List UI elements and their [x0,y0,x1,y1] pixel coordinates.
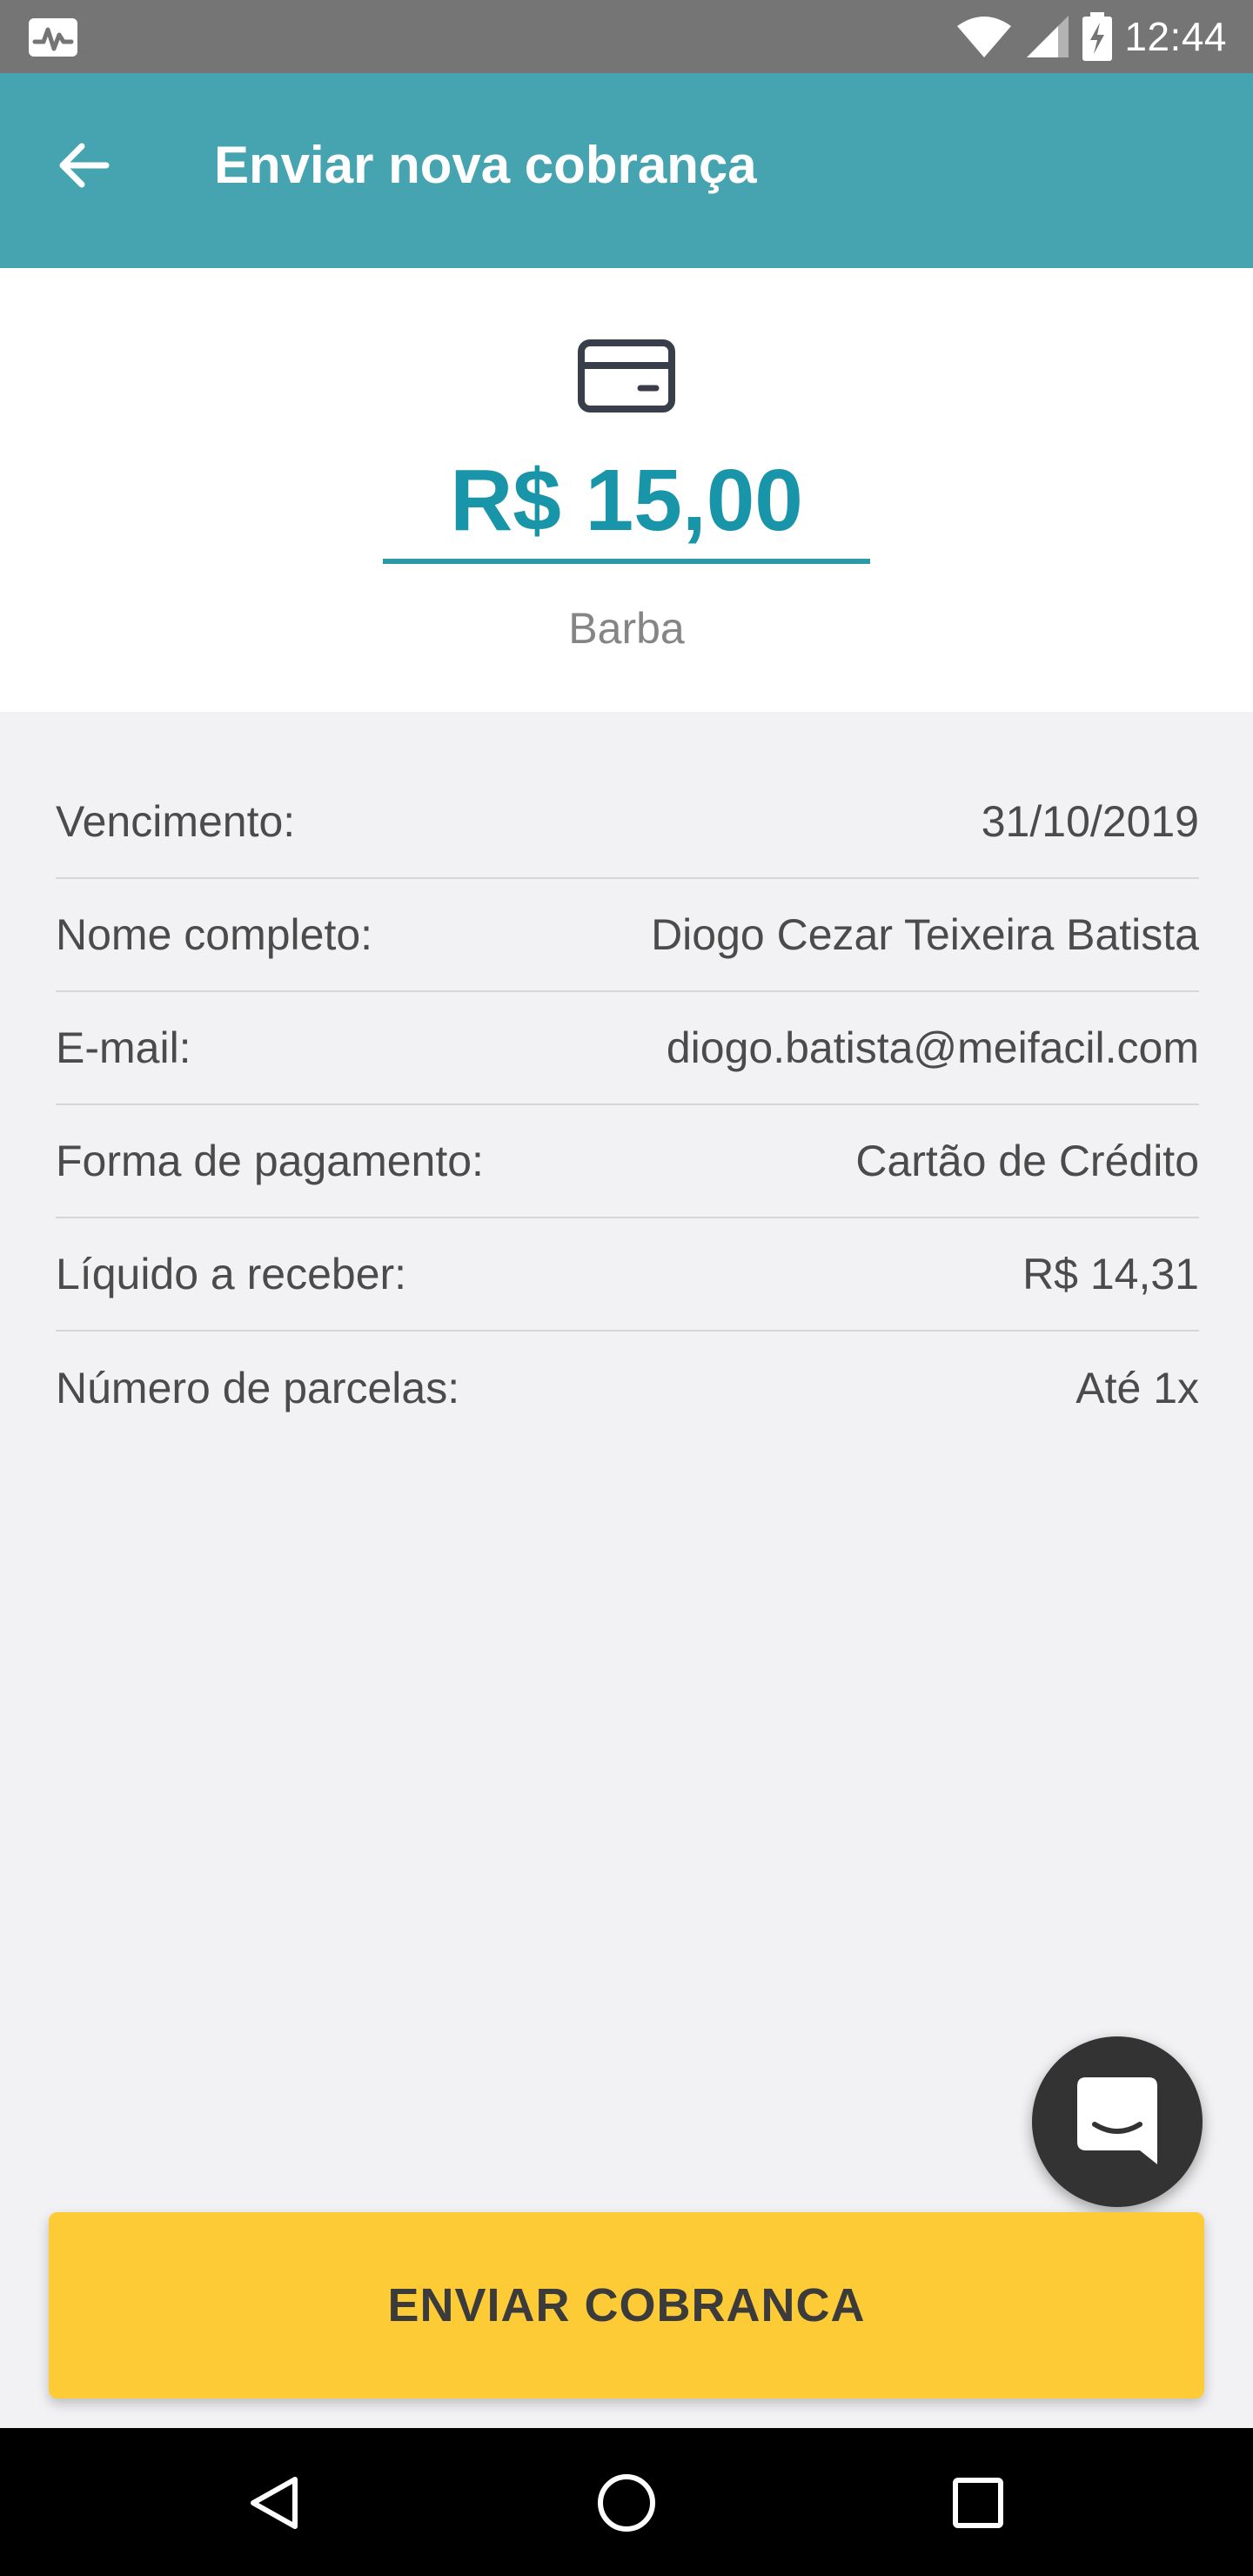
amount-input[interactable]: R$ 15,00 [383,442,870,564]
back-button[interactable] [49,131,118,200]
chat-bubble-icon [1077,2077,1157,2164]
charge-details-list: Vencimento: 31/10/2019 Nome completo: Di… [56,766,1199,1445]
detail-value: 31/10/2019 [981,797,1199,846]
credit-card-icon [578,339,675,413]
square-recents-icon [953,2478,1003,2528]
send-charge-button[interactable]: ENVIAR COBRANCA [49,2212,1204,2398]
detail-value: diogo.batista@meifacil.com [666,1023,1199,1072]
status-indicators: 12:44 [955,0,1227,73]
nav-home-button[interactable] [583,2459,670,2546]
triangle-back-icon [251,2477,298,2529]
nav-recents-button[interactable] [935,2459,1022,2546]
nav-back-button[interactable] [231,2459,318,2546]
detail-label: Nome completo: [56,910,373,959]
arrow-left-icon [59,143,110,188]
detail-row-payment-method: Forma de pagamento: Cartão de Crédito [56,1105,1199,1218]
detail-label: Forma de pagamento: [56,1137,484,1185]
detail-label: E-mail: [56,1023,191,1072]
activity-monitor-icon [29,18,77,57]
detail-row-installments: Número de parcelas: Até 1x [56,1332,1199,1445]
detail-label: Número de parcelas: [56,1364,460,1412]
charge-summary-card: R$ 15,00 Barba [0,268,1253,712]
wifi-icon [957,17,1012,57]
detail-row-net-amount: Líquido a receber: R$ 14,31 [56,1218,1199,1332]
detail-value: Cartão de Crédito [855,1137,1199,1185]
detail-row-full-name: Nome completo: Diogo Cezar Teixeira Bati… [56,879,1199,992]
detail-value: Diogo Cezar Teixeira Batista [651,910,1199,959]
status-bar: 12:44 [0,0,1253,73]
page-title: Enviar nova cobrança [214,136,757,194]
detail-row-email: E-mail: diogo.batista@meifacil.com [56,992,1199,1105]
detail-row-due-date: Vencimento: 31/10/2019 [56,766,1199,879]
detail-label: Vencimento: [56,797,296,846]
battery-charging-icon [1082,12,1113,61]
circle-home-icon [598,2474,655,2532]
detail-label: Líquido a receber: [56,1250,407,1298]
app-bar: Enviar nova cobrança [0,73,1253,268]
cell-signal-icon [1027,16,1069,57]
system-navigation-bar [0,2428,1253,2576]
send-charge-button-label: ENVIAR COBRANCA [387,2279,866,2331]
detail-value: R$ 14,31 [1022,1250,1199,1298]
chat-button[interactable] [1032,2036,1203,2207]
status-time: 12:44 [1124,14,1227,59]
amount-value: R$ 15,00 [450,452,803,549]
detail-value: Até 1x [1075,1364,1199,1412]
charge-description: Barba [568,604,685,653]
